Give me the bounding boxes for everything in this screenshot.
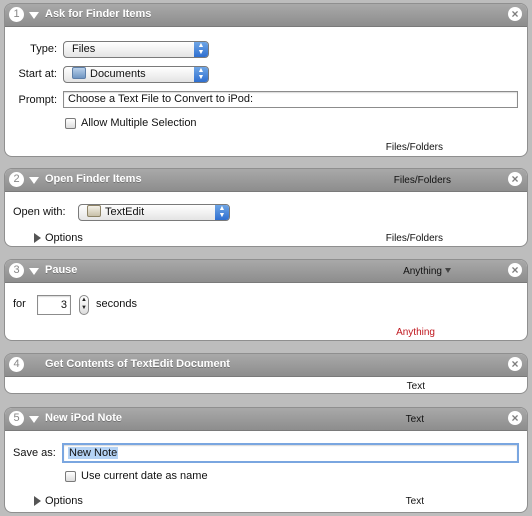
action-pause: 3 Pause Anything × for 3 ▲ ▼ seconds Anyt… bbox=[4, 259, 528, 341]
disclosure-down-icon[interactable] bbox=[29, 268, 39, 275]
type-popup[interactable]: Files ▲ ▼ bbox=[63, 41, 209, 58]
action-header[interactable]: 1 Ask for Finder Items × bbox=[5, 4, 527, 27]
action-title: Get Contents of TextEdit Document bbox=[45, 358, 230, 370]
input-type: Files/Folders bbox=[393, 175, 451, 186]
output-type: Files/Folders bbox=[385, 233, 443, 244]
textedit-app-icon bbox=[87, 205, 101, 217]
prompt-label: Prompt: bbox=[18, 94, 57, 106]
prompt-field[interactable]: Choose a Text File to Convert to iPod: bbox=[63, 91, 518, 108]
action-open-finder-items: 2 Open Finder Items Files/Folders × Open… bbox=[4, 168, 528, 247]
popup-arrows-icon: ▲ ▼ bbox=[194, 67, 208, 82]
start-at-label: Start at: bbox=[18, 68, 57, 80]
action-title: Ask for Finder Items bbox=[45, 8, 152, 20]
action-number: 2 bbox=[9, 172, 24, 187]
allow-multiple-checkbox[interactable] bbox=[65, 118, 76, 129]
action-ask-for-finder-items: 1 Ask for Finder Items × Type: Files ▲ ▼ … bbox=[4, 3, 528, 157]
disclosure-down-icon[interactable] bbox=[29, 177, 39, 184]
close-icon[interactable]: × bbox=[508, 357, 522, 371]
action-new-ipod-note: 5 New iPod Note Text × Save as: New Note… bbox=[4, 407, 528, 513]
close-icon[interactable]: × bbox=[508, 263, 522, 277]
action-header[interactable]: 5 New iPod Note Text × bbox=[5, 408, 527, 431]
action-number: 1 bbox=[9, 7, 24, 22]
save-as-label: Save as: bbox=[13, 447, 56, 459]
save-as-field[interactable]: New Note bbox=[62, 443, 519, 463]
seconds-stepper[interactable]: ▲ ▼ bbox=[79, 295, 89, 315]
action-title: Open Finder Items bbox=[45, 173, 142, 185]
output-type: Text bbox=[406, 381, 425, 392]
type-label: Type: bbox=[30, 43, 57, 55]
save-as-value: New Note bbox=[68, 447, 119, 459]
input-type: Anything bbox=[403, 266, 442, 277]
action-header[interactable]: 4 Get Contents of TextEdit Document × bbox=[5, 354, 527, 377]
action-number: 4 bbox=[9, 357, 24, 372]
start-at-popup-value: Documents bbox=[90, 68, 146, 80]
seconds-label: seconds bbox=[96, 298, 137, 310]
disclosure-right-icon[interactable] bbox=[34, 496, 41, 506]
type-popup-value: Files bbox=[72, 43, 96, 55]
open-with-popup-value: TextEdit bbox=[105, 206, 145, 218]
popup-arrows-icon: ▲ ▼ bbox=[215, 205, 229, 220]
open-with-label: Open with: bbox=[13, 206, 66, 218]
seconds-field[interactable]: 3 bbox=[37, 295, 71, 315]
action-header[interactable]: 3 Pause Anything × bbox=[5, 260, 527, 283]
close-icon[interactable]: × bbox=[508, 7, 522, 21]
action-number: 3 bbox=[9, 263, 24, 278]
action-get-contents-of-textedit-document: 4 Get Contents of TextEdit Document × Te… bbox=[4, 353, 528, 394]
close-icon[interactable]: × bbox=[508, 172, 522, 186]
disclosure-right-icon[interactable] bbox=[34, 233, 41, 243]
popup-arrows-icon: ▲ ▼ bbox=[194, 42, 208, 57]
output-type: Text bbox=[405, 496, 424, 507]
dropdown-arrow-icon bbox=[445, 268, 451, 273]
options-label[interactable]: Options bbox=[45, 495, 83, 507]
action-title: New iPod Note bbox=[45, 412, 123, 424]
input-type: Text bbox=[405, 414, 424, 425]
start-at-popup[interactable]: Documents ▲ ▼ bbox=[63, 66, 209, 83]
for-label: for bbox=[13, 298, 26, 310]
action-header[interactable]: 2 Open Finder Items Files/Folders × bbox=[5, 169, 527, 192]
documents-folder-icon bbox=[72, 67, 86, 79]
close-icon[interactable]: × bbox=[508, 411, 522, 425]
allow-multiple-label: Allow Multiple Selection bbox=[81, 117, 197, 129]
disclosure-down-icon[interactable] bbox=[29, 416, 39, 423]
use-date-label: Use current date as name bbox=[81, 470, 208, 482]
use-date-checkbox[interactable] bbox=[65, 471, 76, 482]
options-label[interactable]: Options bbox=[45, 232, 83, 244]
input-type-popup[interactable]: Anything bbox=[403, 266, 451, 277]
action-title: Pause bbox=[45, 264, 78, 276]
action-number: 5 bbox=[9, 411, 24, 426]
output-type: Anything bbox=[396, 327, 435, 338]
output-type: Files/Folders bbox=[385, 142, 443, 153]
open-with-popup[interactable]: TextEdit ▲ ▼ bbox=[78, 204, 230, 221]
disclosure-down-icon[interactable] bbox=[29, 12, 39, 19]
